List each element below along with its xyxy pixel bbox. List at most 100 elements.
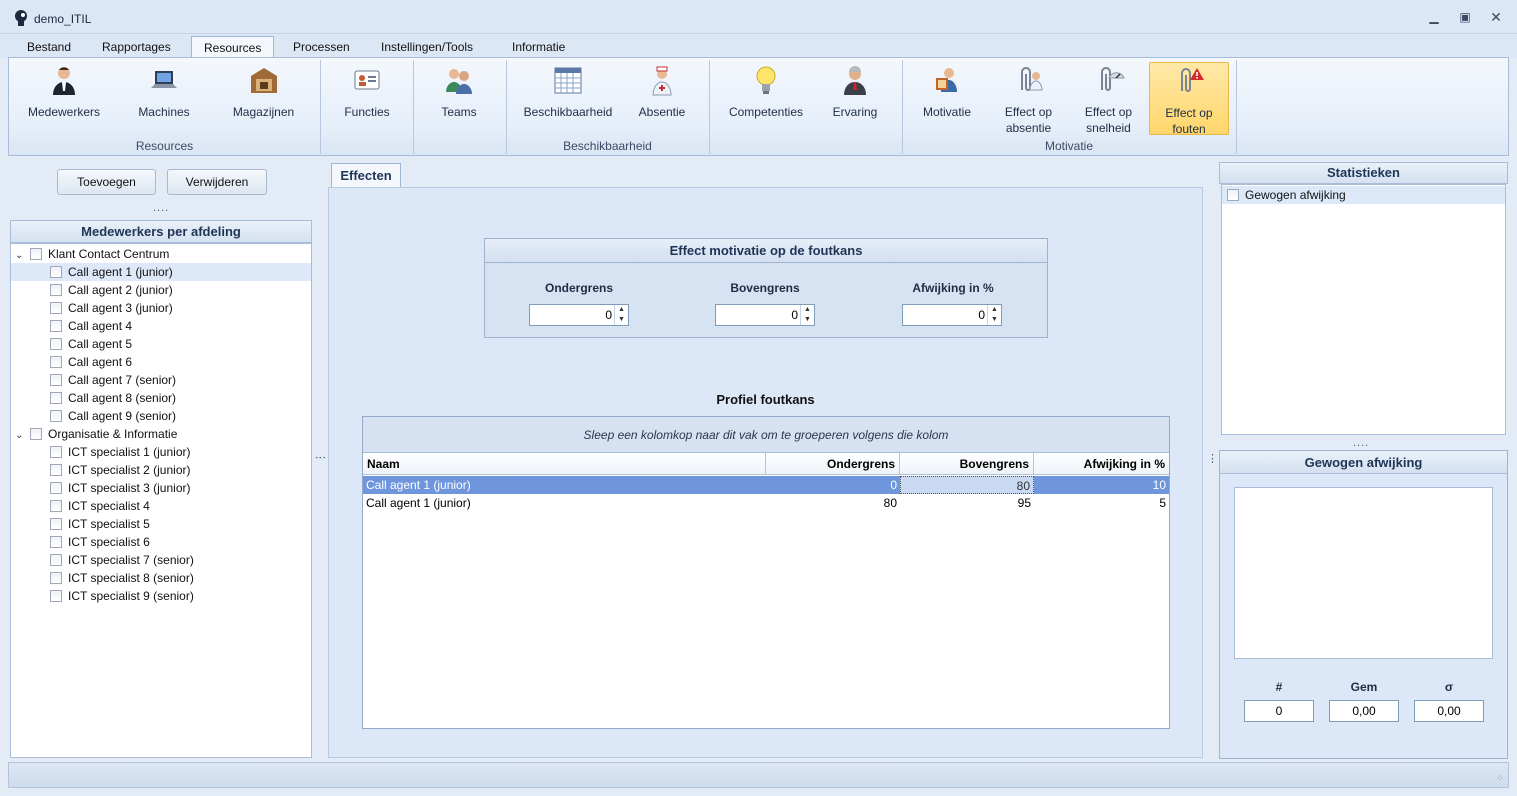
checkbox[interactable] bbox=[30, 428, 42, 440]
effect-fouten-label-2: fouten bbox=[1172, 122, 1206, 136]
checkbox[interactable] bbox=[50, 266, 62, 278]
profile-grid[interactable]: Sleep een kolomkop naar dit vak om te gr… bbox=[362, 416, 1170, 729]
checkbox[interactable] bbox=[50, 392, 62, 404]
tab-processen[interactable]: Processen bbox=[281, 36, 362, 58]
tree-item[interactable]: Call agent 7 (senior) bbox=[11, 371, 311, 389]
checkbox[interactable] bbox=[50, 356, 62, 368]
close-button[interactable]: ✕ bbox=[1488, 10, 1504, 24]
teams-button[interactable]: Teams bbox=[419, 64, 499, 120]
checkbox[interactable] bbox=[50, 446, 62, 458]
employee-tree[interactable]: ⌄ Klant Contact Centrum Call agent 1 (juni… bbox=[10, 243, 312, 758]
checkbox[interactable] bbox=[1227, 189, 1239, 201]
bovengrens-spinner[interactable]: 0 ▲ ▼ bbox=[715, 304, 815, 326]
tree-item[interactable]: Call agent 1 (junior) bbox=[11, 263, 311, 281]
tree-department[interactable]: ⌄ Organisatie & Informatie bbox=[15, 425, 177, 443]
maximize-button[interactable]: ▣ bbox=[1457, 10, 1473, 24]
functies-button[interactable]: Functies bbox=[327, 64, 407, 120]
spinner-arrows-icon[interactable]: ▲ ▼ bbox=[800, 305, 814, 325]
left-splitter[interactable]: ⋮ bbox=[314, 452, 327, 464]
tree-item[interactable]: ICT specialist 7 (senior) bbox=[11, 551, 311, 569]
tree-item[interactable]: ICT specialist 4 bbox=[11, 497, 311, 515]
tree-item[interactable]: ICT specialist 6 bbox=[11, 533, 311, 551]
tree-item[interactable]: Call agent 3 (junior) bbox=[11, 299, 311, 317]
tree-item[interactable]: ICT specialist 5 bbox=[11, 515, 311, 533]
machines-button[interactable]: Machines bbox=[124, 64, 204, 120]
group-by-area[interactable]: Sleep een kolomkop naar dit vak om te gr… bbox=[363, 417, 1169, 453]
table-row[interactable]: Call agent 1 (junior) 80 95 5 bbox=[363, 494, 1169, 512]
tree-item[interactable]: Call agent 9 (senior) bbox=[11, 407, 311, 425]
splitter-handle[interactable]: .... bbox=[153, 202, 169, 214]
checkbox[interactable] bbox=[50, 338, 62, 350]
splitter-handle[interactable]: .... bbox=[1353, 437, 1369, 449]
beschikbaarheid-button[interactable]: Beschikbaarheid bbox=[517, 64, 619, 120]
tree-department[interactable]: ⌄ Klant Contact Centrum bbox=[15, 245, 169, 263]
cell-bovengrens[interactable]: 80 bbox=[900, 476, 1034, 494]
medewerkers-button[interactable]: Medewerkers bbox=[19, 64, 109, 120]
toevoegen-button[interactable]: Toevoegen bbox=[57, 169, 156, 195]
checkbox[interactable] bbox=[50, 464, 62, 476]
checkbox[interactable] bbox=[50, 410, 62, 422]
id-card-icon bbox=[354, 70, 380, 90]
tab-effecten[interactable]: Effecten bbox=[331, 163, 401, 188]
department-label: Organisatie & Informatie bbox=[48, 427, 178, 441]
checkbox[interactable] bbox=[50, 500, 62, 512]
tree-item[interactable]: Call agent 2 (junior) bbox=[11, 281, 311, 299]
ervaring-button[interactable]: Ervaring bbox=[819, 64, 891, 120]
tab-informatie[interactable]: Informatie bbox=[500, 36, 577, 58]
tree-item[interactable]: Call agent 5 bbox=[11, 335, 311, 353]
tree-item[interactable]: Call agent 6 bbox=[11, 353, 311, 371]
tree-item[interactable]: ICT specialist 1 (junior) bbox=[11, 443, 311, 461]
checkbox[interactable] bbox=[50, 302, 62, 314]
tree-item[interactable]: ICT specialist 8 (senior) bbox=[11, 569, 311, 587]
checkbox[interactable] bbox=[50, 590, 62, 602]
count-field[interactable]: 0 bbox=[1244, 700, 1314, 722]
right-splitter[interactable]: ⋮ bbox=[1207, 452, 1219, 465]
tree-item[interactable]: ICT specialist 2 (junior) bbox=[11, 461, 311, 479]
tab-resources[interactable]: Resources bbox=[191, 36, 275, 58]
sigma-field[interactable]: 0,00 bbox=[1414, 700, 1484, 722]
verwijderen-button[interactable]: Verwijderen bbox=[167, 169, 267, 195]
checkbox[interactable] bbox=[50, 320, 62, 332]
table-row[interactable]: Call agent 1 (junior) 0 80 10 bbox=[363, 476, 1169, 494]
effect-op-snelheid-button[interactable]: Effect op snelheid bbox=[1071, 64, 1146, 136]
spinner-arrows-icon[interactable]: ▲ ▼ bbox=[987, 305, 1001, 325]
tab-instellingen[interactable]: Instellingen/Tools bbox=[369, 36, 485, 58]
tree-item[interactable]: Call agent 4 bbox=[11, 317, 311, 335]
tree-item[interactable]: Call agent 8 (senior) bbox=[11, 389, 311, 407]
resize-grip-icon[interactable]: ⁘ bbox=[1496, 773, 1504, 784]
spinner-arrows-icon[interactable]: ▲ ▼ bbox=[614, 305, 628, 325]
checkbox[interactable] bbox=[50, 374, 62, 386]
afwijking-spinner[interactable]: 0 ▲ ▼ bbox=[902, 304, 1002, 326]
column-afwijking[interactable]: Afwijking in % bbox=[1034, 453, 1169, 475]
paperclip-nurse-icon bbox=[1020, 67, 1043, 91]
checkbox[interactable] bbox=[50, 482, 62, 494]
column-bovengrens[interactable]: Bovengrens bbox=[900, 453, 1034, 475]
column-naam[interactable]: Naam bbox=[363, 453, 766, 475]
absentie-button[interactable]: Absentie bbox=[627, 64, 697, 120]
motivatie-button[interactable]: Motivatie bbox=[912, 64, 982, 120]
effect-op-absentie-button[interactable]: Effect op absentie bbox=[991, 64, 1066, 136]
checkbox[interactable] bbox=[30, 248, 42, 260]
effect-op-fouten-button[interactable]: Effect op fouten bbox=[1149, 62, 1229, 136]
functies-label: Functies bbox=[344, 105, 390, 119]
minimize-button[interactable]: ▁ bbox=[1426, 10, 1442, 24]
column-ondergrens[interactable]: Ondergrens bbox=[766, 453, 900, 475]
stats-list[interactable]: Gewogen afwijking bbox=[1221, 184, 1506, 435]
checkbox[interactable] bbox=[50, 554, 62, 566]
checkbox[interactable] bbox=[50, 518, 62, 530]
laptop-icon bbox=[151, 71, 177, 88]
list-item[interactable]: Gewogen afwijking bbox=[1222, 186, 1505, 204]
magazijnen-button[interactable]: Magazijnen bbox=[221, 64, 306, 120]
competenties-button[interactable]: Competenties bbox=[721, 64, 811, 120]
tab-bestand[interactable]: Bestand bbox=[15, 36, 83, 58]
group-separator bbox=[320, 60, 321, 154]
checkbox[interactable] bbox=[50, 536, 62, 548]
tree-item[interactable]: ICT specialist 9 (senior) bbox=[11, 587, 311, 605]
checkbox[interactable] bbox=[50, 572, 62, 584]
medewerkers-label: Medewerkers bbox=[27, 105, 101, 119]
tab-rapportages[interactable]: Rapportages bbox=[90, 36, 183, 58]
mean-field[interactable]: 0,00 bbox=[1329, 700, 1399, 722]
ondergrens-spinner[interactable]: 0 ▲ ▼ bbox=[529, 304, 629, 326]
checkbox[interactable] bbox=[50, 284, 62, 296]
tree-item[interactable]: ICT specialist 3 (junior) bbox=[11, 479, 311, 497]
